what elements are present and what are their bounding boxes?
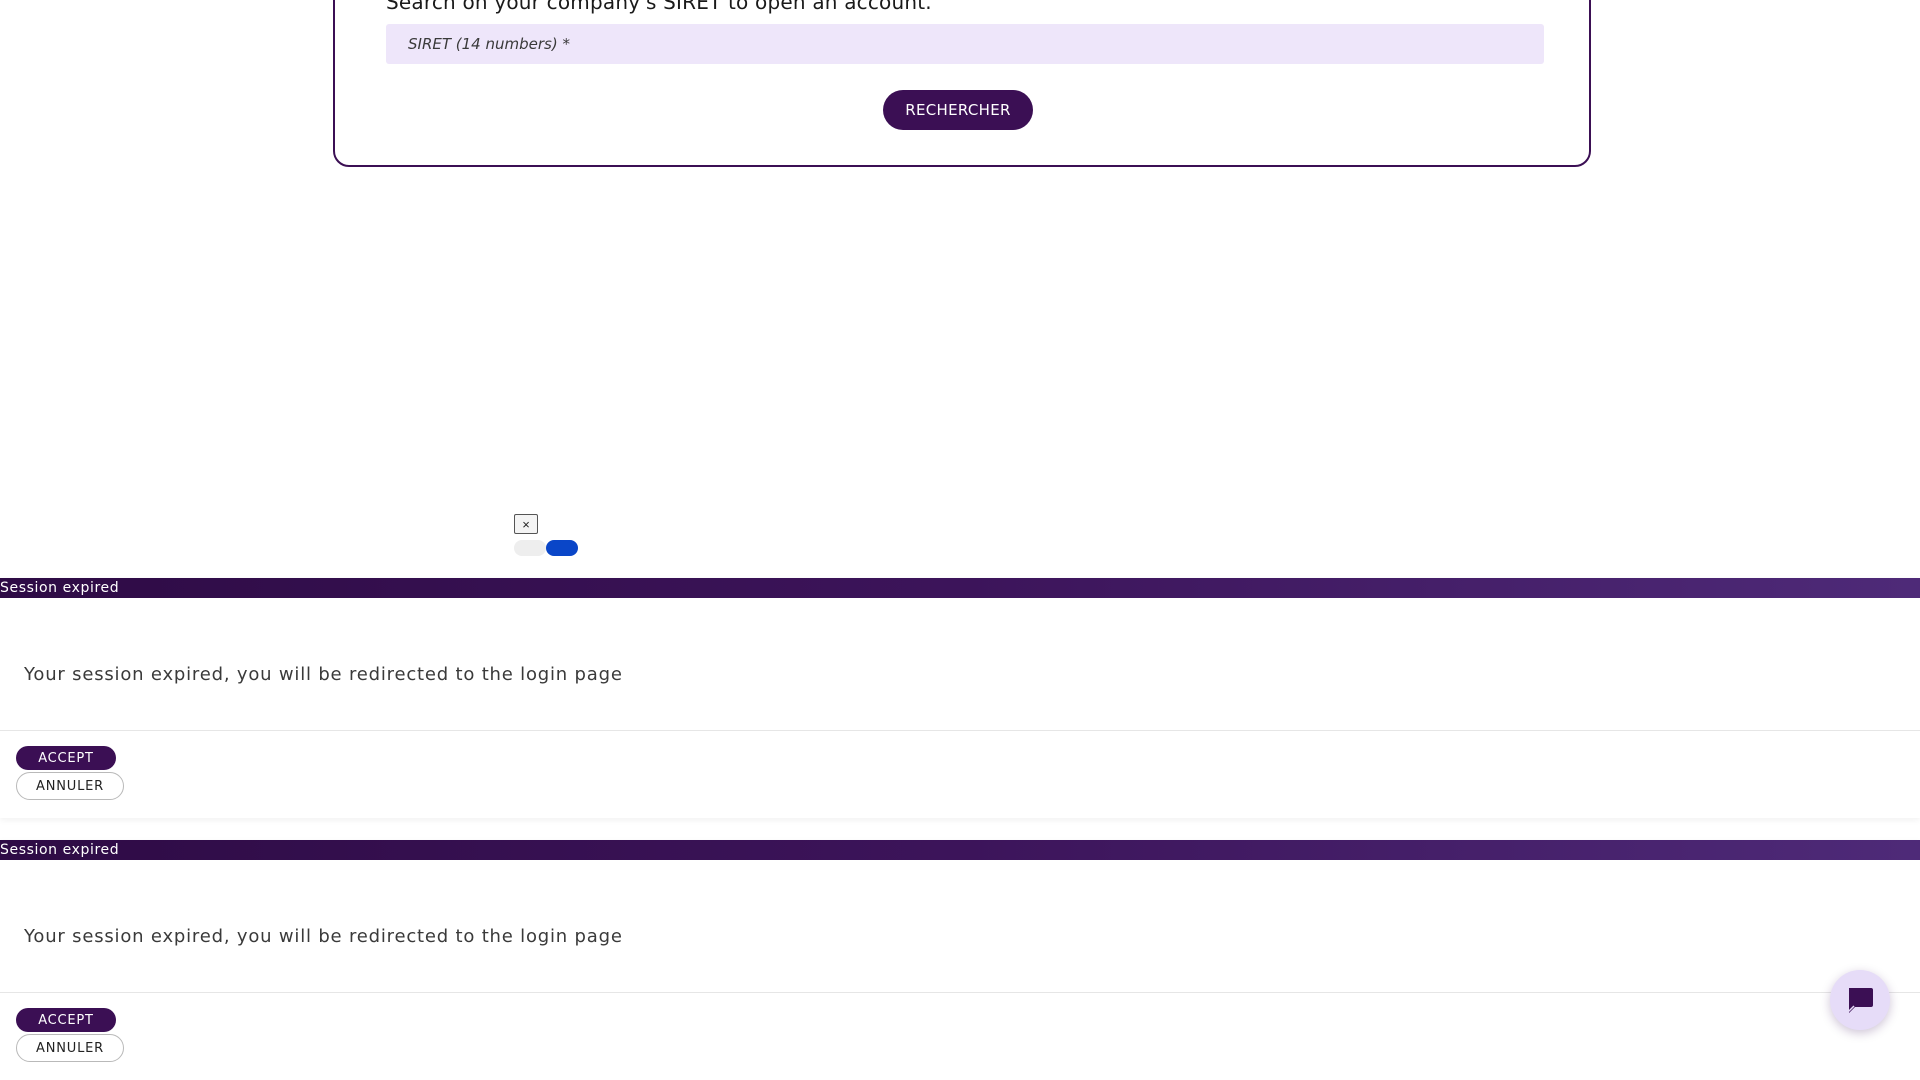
session-expired-modal: Session expired Your session expired, yo…: [0, 840, 1920, 1080]
search-button[interactable]: RECHERCHER: [883, 90, 1033, 130]
close-button[interactable]: ×: [514, 514, 538, 534]
cancel-button[interactable]: ANNULER: [16, 1034, 124, 1062]
cancel-button[interactable]: ANNULER: [16, 772, 124, 800]
modal-header: Session expired: [0, 578, 1920, 598]
toggle-knob: [546, 540, 578, 556]
siret-input[interactable]: [386, 24, 1544, 64]
toggle-track: [514, 540, 546, 556]
search-title: Search on your company's SIRET to open a…: [386, 0, 932, 14]
modal-message: Your session expired, you will be redire…: [24, 664, 623, 685]
chat-bubble-icon: [1847, 988, 1873, 1014]
accept-button[interactable]: ACCEPT: [16, 1008, 116, 1032]
chat-launcher-button[interactable]: [1830, 970, 1890, 1030]
modal-title: Session expired: [0, 580, 120, 596]
modal-message: Your session expired, you will be redire…: [24, 926, 623, 947]
modal-header: Session expired: [0, 840, 1920, 860]
session-expired-modal: Session expired Your session expired, yo…: [0, 578, 1920, 818]
accept-button[interactable]: ACCEPT: [16, 746, 116, 770]
modal-divider: [0, 992, 1920, 993]
modal-divider: [0, 730, 1920, 731]
siret-search-card: Search on your company's SIRET to open a…: [333, 0, 1591, 167]
modal-title: Session expired: [0, 842, 120, 858]
toggle-switch-icon[interactable]: [514, 540, 578, 556]
